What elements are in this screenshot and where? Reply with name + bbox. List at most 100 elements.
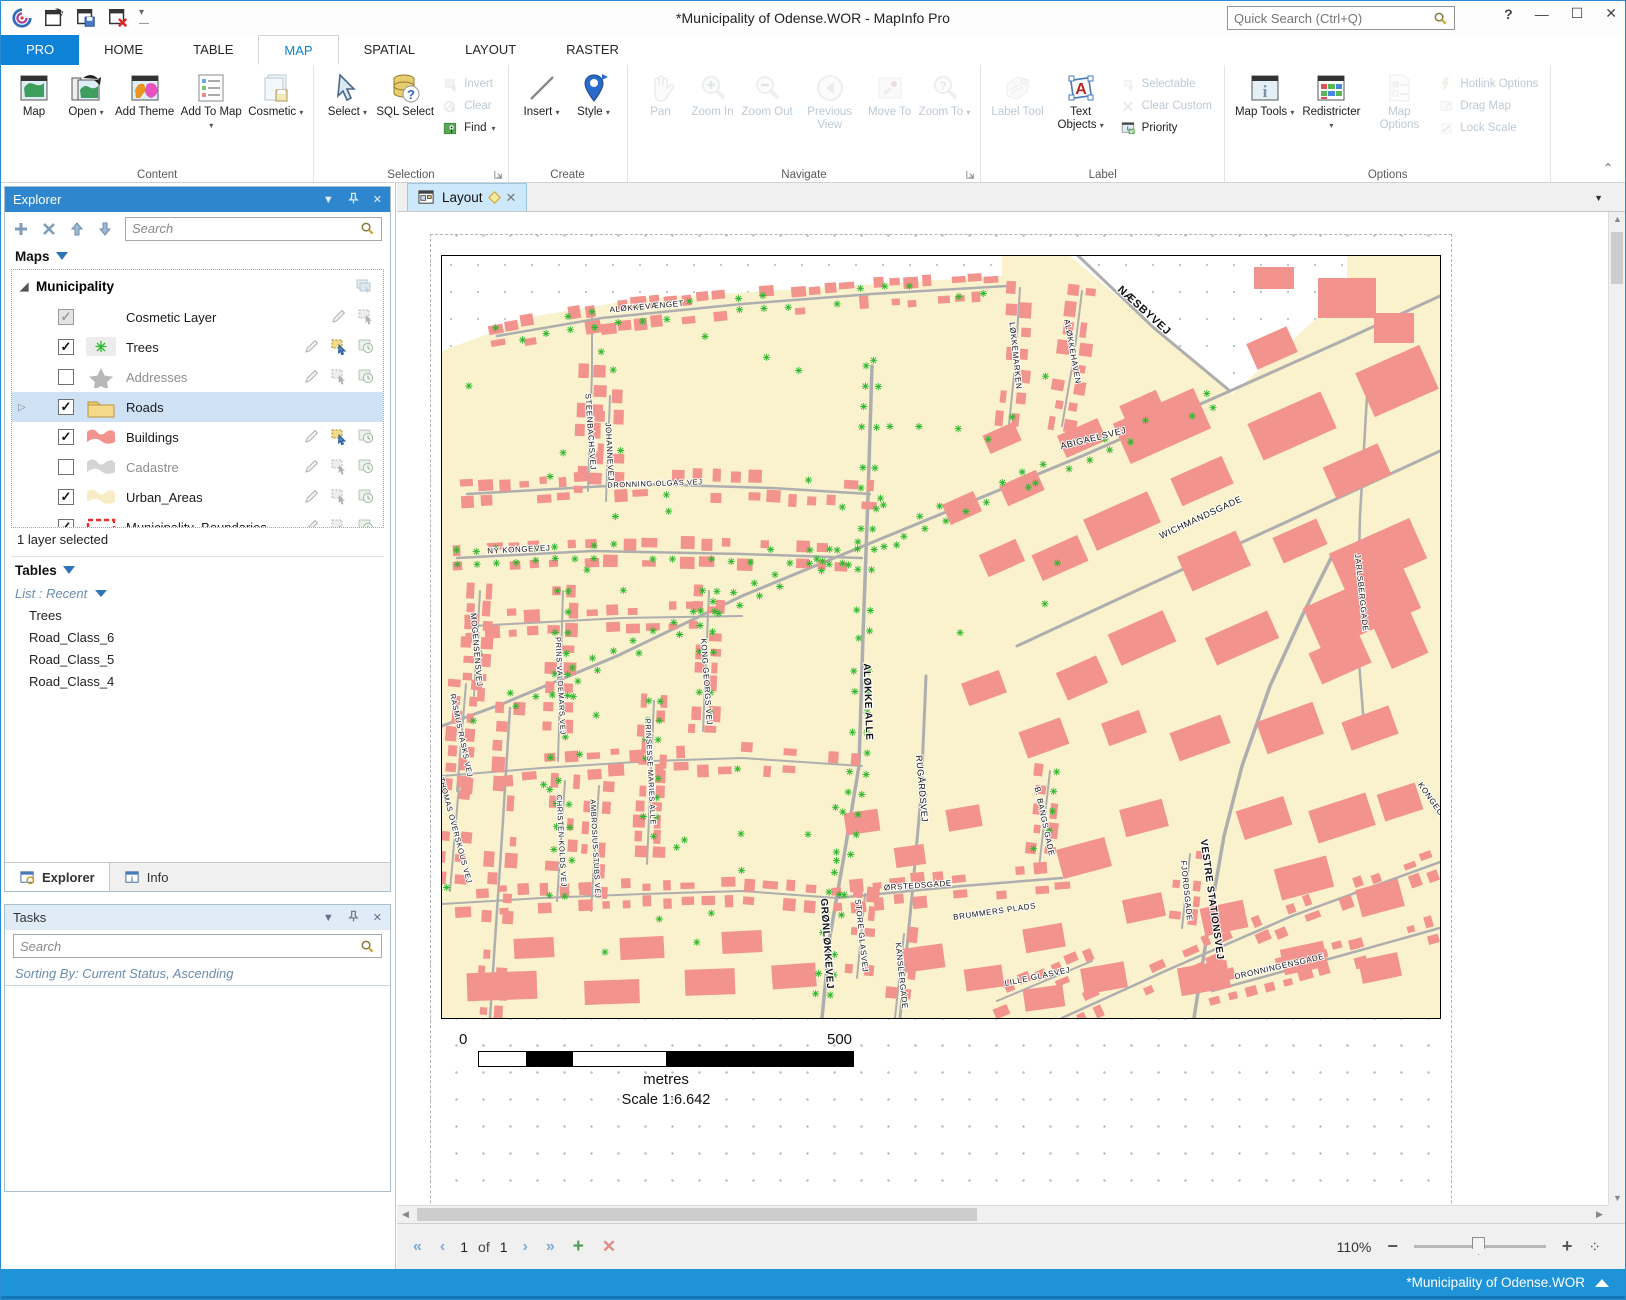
fit-page-icon[interactable]: ⁘ bbox=[1588, 1238, 1599, 1256]
zoom-range-icon[interactable] bbox=[357, 367, 375, 388]
next-page-icon[interactable]: › bbox=[523, 1238, 528, 1256]
ribbon-button-find[interactable]: Find▾ bbox=[438, 117, 499, 139]
move-down-icon[interactable] bbox=[97, 221, 113, 237]
ribbon-tab-layout[interactable]: LAYOUT bbox=[440, 35, 541, 65]
edit-style-icon[interactable] bbox=[303, 517, 321, 529]
close-window-icon[interactable] bbox=[107, 7, 129, 29]
vertical-scrollbar[interactable]: ▲ ▼ bbox=[1608, 212, 1625, 1205]
ribbon-button-insert[interactable]: Insert ▾ bbox=[517, 69, 567, 122]
zoom-out-button[interactable]: − bbox=[1387, 1236, 1398, 1257]
tables-section-header[interactable]: Tables bbox=[5, 559, 390, 581]
zoom-range-icon[interactable] bbox=[357, 337, 375, 358]
ribbon-button-priority[interactable]: LPriority bbox=[1116, 117, 1216, 139]
pin-icon[interactable] bbox=[348, 910, 359, 925]
edit-style-icon[interactable] bbox=[303, 487, 321, 508]
horizontal-scrollbar[interactable]: ◀ ▶ bbox=[397, 1205, 1608, 1223]
explorer-search-input[interactable]: Search bbox=[125, 217, 382, 241]
layer-row-trees[interactable]: ✓ Trees bbox=[12, 332, 383, 362]
ribbon-button-move-to[interactable]: Move To bbox=[865, 69, 915, 122]
zoom-slider[interactable] bbox=[1414, 1245, 1546, 1248]
layer-row-buildings[interactable]: ✓ Buildings bbox=[12, 422, 383, 452]
search-icon[interactable] bbox=[1433, 11, 1448, 26]
scroll-left-icon[interactable]: ◀ bbox=[397, 1209, 414, 1220]
ribbon-button-add-theme[interactable]: Add Theme bbox=[113, 69, 176, 122]
dock-tab-info[interactable]: i Info bbox=[110, 863, 183, 891]
table-item-road_class_5[interactable]: Road_Class_5 bbox=[5, 649, 390, 671]
last-page-icon[interactable]: » bbox=[546, 1238, 555, 1256]
ribbon-button-label-tool[interactable]: Label Tool bbox=[989, 69, 1045, 122]
layer-row-cadastre[interactable]: Cadastre bbox=[12, 452, 383, 482]
close-panel-icon[interactable]: ✕ bbox=[373, 911, 382, 924]
ribbon-button-selectable[interactable]: Selectable bbox=[1116, 73, 1216, 95]
collapse-tables-icon[interactable] bbox=[63, 566, 75, 574]
list-dropdown-icon[interactable] bbox=[95, 590, 107, 597]
table-item-road_class_6[interactable]: Road_Class_6 bbox=[5, 627, 390, 649]
first-page-icon[interactable]: « bbox=[413, 1238, 422, 1256]
ribbon-button-map[interactable]: Map bbox=[9, 69, 59, 122]
previous-page-icon[interactable]: ‹ bbox=[440, 1238, 445, 1256]
edit-style-icon[interactable] bbox=[330, 307, 348, 328]
layer-row-roads[interactable]: ▷ ✓ Roads bbox=[12, 392, 383, 422]
qat-customize-icon[interactable]: ▾— bbox=[139, 7, 149, 29]
explorer-panel-header[interactable]: Explorer ▼ ✕ bbox=[5, 187, 390, 212]
ribbon-button-sql-select[interactable]: ?SQL Select bbox=[374, 69, 436, 122]
zoom-range-icon[interactable] bbox=[357, 487, 375, 508]
expanded-icon[interactable]: ◢ bbox=[20, 280, 36, 293]
layer-visibility-checkbox[interactable]: ✓ bbox=[58, 519, 74, 528]
maps-section-header[interactable]: Maps bbox=[5, 245, 390, 267]
layer-visibility-checkbox[interactable] bbox=[58, 459, 74, 475]
ribbon-tab-raster[interactable]: RASTER bbox=[541, 35, 644, 65]
tab-overflow-icon[interactable]: ▼ bbox=[1594, 193, 1603, 203]
ribbon-button-zoom-out[interactable]: Zoom Out bbox=[740, 69, 795, 122]
ribbon-button-open[interactable]: Open ▾ bbox=[61, 69, 111, 122]
selectable-icon[interactable] bbox=[357, 307, 375, 328]
minimize-button[interactable]: — bbox=[1535, 6, 1549, 22]
map-group-row[interactable]: ◢ Municipality bbox=[12, 270, 383, 302]
table-item-road_class_4[interactable]: Road_Class_4 bbox=[5, 671, 390, 693]
ribbon-button-lock-scale[interactable]: Lock Scale bbox=[1434, 117, 1542, 139]
ribbon-tab-table[interactable]: TABLE bbox=[168, 35, 258, 65]
layer-visibility-checkbox[interactable]: ✓ bbox=[58, 339, 74, 355]
ribbon-button-pan[interactable]: Pan bbox=[636, 69, 686, 122]
ribbon-button-style[interactable]: Style ▾ bbox=[569, 69, 619, 122]
status-expand-icon[interactable] bbox=[1595, 1279, 1609, 1287]
close-panel-icon[interactable]: ✕ bbox=[373, 193, 382, 206]
ribbon-tab-spatial[interactable]: SPATIAL bbox=[339, 35, 441, 65]
selectable-icon[interactable] bbox=[330, 427, 348, 448]
dialog-launcher-icon[interactable] bbox=[493, 169, 504, 180]
ribbon-button-map-tools[interactable]: iMap Tools ▾ bbox=[1233, 69, 1296, 122]
scroll-right-icon[interactable]: ▶ bbox=[1591, 1209, 1608, 1220]
ribbon-button-add-to-map[interactable]: Add To Map ▾ bbox=[178, 69, 244, 135]
save-window-icon[interactable] bbox=[75, 7, 97, 29]
hscroll-thumb[interactable] bbox=[417, 1208, 977, 1221]
layer-control-icon[interactable] bbox=[355, 277, 373, 295]
expand-icon[interactable]: ▷ bbox=[18, 402, 32, 413]
ribbon-button-map-options[interactable]: Map Options bbox=[1366, 69, 1432, 135]
layout-canvas[interactable]: NÆSBYVEJALØKKEVÆNGETLØKKEMARKENALØKKEHAV… bbox=[397, 212, 1608, 1205]
vscroll-thumb[interactable] bbox=[1611, 232, 1623, 284]
tasks-sorting-row[interactable]: Sorting By: Current Status, Ascending bbox=[5, 962, 390, 986]
edit-style-icon[interactable] bbox=[303, 457, 321, 478]
close-document-icon[interactable]: ✕ bbox=[506, 190, 517, 206]
move-up-icon[interactable] bbox=[69, 221, 85, 237]
panel-menu-icon[interactable]: ▼ bbox=[323, 194, 334, 206]
ribbon-button-redistricter[interactable]: Redistricter ▾ bbox=[1298, 69, 1364, 135]
dialog-launcher-icon[interactable] bbox=[965, 169, 976, 180]
layer-row-urban_areas[interactable]: ✓ Urban_Areas bbox=[12, 482, 383, 512]
layer-row-addresses[interactable]: Addresses bbox=[12, 362, 383, 392]
close-button[interactable]: ✕ bbox=[1605, 5, 1617, 22]
layer-visibility-checkbox[interactable]: ✓ bbox=[58, 489, 74, 505]
zoom-range-icon[interactable] bbox=[357, 457, 375, 478]
edit-style-icon[interactable] bbox=[303, 337, 321, 358]
selectable-icon[interactable] bbox=[330, 337, 348, 358]
ribbon-button-zoom-in[interactable]: Zoom In bbox=[688, 69, 738, 122]
dock-tab-explorer[interactable]: Explorer bbox=[5, 863, 110, 891]
collapse-maps-icon[interactable] bbox=[56, 252, 68, 260]
tasks-panel-header[interactable]: Tasks ▼ ✕ bbox=[5, 905, 390, 930]
ribbon-tab-pro[interactable]: PRO bbox=[1, 35, 79, 65]
selectable-icon[interactable] bbox=[330, 517, 348, 529]
zoom-range-icon[interactable] bbox=[357, 517, 375, 529]
layer-visibility-checkbox[interactable]: ✓ bbox=[58, 309, 74, 325]
ribbon-button-hotlink-options[interactable]: Hotlink Options bbox=[1434, 73, 1542, 95]
add-page-icon[interactable]: + bbox=[573, 1236, 584, 1258]
